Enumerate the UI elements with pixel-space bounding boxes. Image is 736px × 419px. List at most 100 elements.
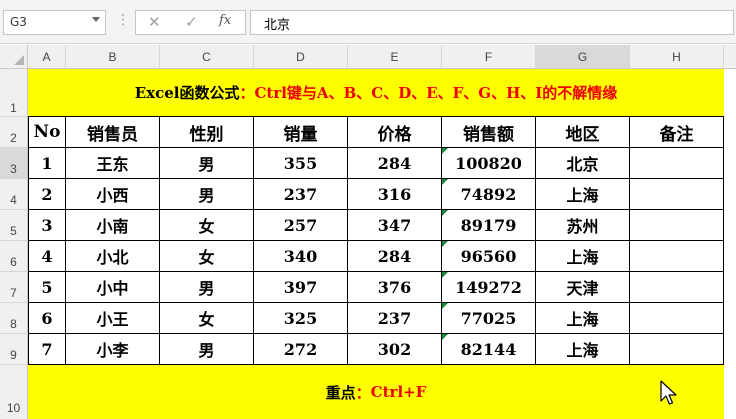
table-cell-seller[interactable]: 小北 [66, 241, 160, 272]
table-cell-sales[interactable]: 89179 [442, 210, 536, 241]
column-header-d[interactable]: D [254, 45, 348, 69]
row-header-1[interactable]: 1 [0, 69, 28, 117]
table-cell-volume[interactable]: 325 [254, 303, 348, 334]
function-icon[interactable]: fx [219, 13, 231, 28]
table-cell-volume[interactable]: 397 [254, 272, 348, 303]
table-cell-gender[interactable]: 女 [160, 210, 254, 241]
table-cell-volume[interactable]: 257 [254, 210, 348, 241]
formula-input[interactable]: 北京 [250, 10, 734, 35]
table-cell-remark[interactable] [630, 210, 724, 241]
table-cell-no[interactable]: 3 [28, 210, 66, 241]
row-header-3[interactable]: 3 [0, 148, 28, 179]
error-indicator-icon [442, 303, 448, 309]
column-header-a[interactable]: A [28, 45, 66, 69]
title-cell[interactable]: Excel函数公式： Ctrl键与A、B、C、D、E、F、G、H、I的不解情缘 [28, 69, 724, 117]
table-cell-gender[interactable]: 男 [160, 272, 254, 303]
column-header-f[interactable]: F [442, 45, 536, 69]
table-cell-volume[interactable]: 340 [254, 241, 348, 272]
row-header-7[interactable]: 7 [0, 272, 28, 303]
table-cell-price[interactable]: 347 [348, 210, 442, 241]
table-cell-sales[interactable]: 149272 [442, 272, 536, 303]
table-cell-no[interactable]: 6 [28, 303, 66, 334]
check-icon[interactable]: ✓ [185, 13, 198, 31]
table-cell-seller[interactable]: 王东 [66, 148, 160, 179]
error-indicator-icon [442, 334, 448, 340]
column-header-c[interactable]: C [160, 45, 254, 69]
table-cell-no[interactable]: 7 [28, 334, 66, 365]
table-cell-price[interactable]: 284 [348, 241, 442, 272]
table-cell-seller[interactable]: 小南 [66, 210, 160, 241]
table-cell-sales[interactable]: 74892 [442, 179, 536, 210]
table-cell-seller[interactable]: 小李 [66, 334, 160, 365]
footer-cell[interactable]: 重点： Ctrl+F [28, 365, 724, 419]
chevron-down-icon[interactable] [92, 17, 100, 22]
table-cell-gender[interactable]: 女 [160, 303, 254, 334]
name-box[interactable]: G3 [3, 10, 106, 35]
error-indicator-icon [442, 241, 448, 247]
more-vertical-icon: ⋮ [116, 12, 130, 28]
table-cell-remark[interactable] [630, 148, 724, 179]
error-indicator-icon [442, 179, 448, 185]
table-cell-region[interactable]: 苏州 [536, 210, 630, 241]
table-cell-gender[interactable]: 男 [160, 334, 254, 365]
table-cell-no[interactable]: 4 [28, 241, 66, 272]
table-cell-sales[interactable]: 100820 [442, 148, 536, 179]
mouse-pointer-icon [660, 380, 677, 405]
header-cell-volume[interactable]: 销量 [254, 117, 348, 148]
table-cell-remark[interactable] [630, 179, 724, 210]
row-header-4[interactable]: 4 [0, 179, 28, 210]
row-header-5[interactable]: 5 [0, 210, 28, 241]
table-cell-region[interactable]: 北京 [536, 148, 630, 179]
column-header-e[interactable]: E [348, 45, 442, 69]
table-cell-price[interactable]: 237 [348, 303, 442, 334]
close-icon[interactable]: ✕ [148, 13, 161, 31]
table-cell-sales[interactable]: 77025 [442, 303, 536, 334]
table-cell-seller[interactable]: 小王 [66, 303, 160, 334]
column-header-h[interactable]: H [630, 45, 724, 69]
table-cell-gender[interactable]: 男 [160, 148, 254, 179]
table-cell-volume[interactable]: 272 [254, 334, 348, 365]
row-header-9[interactable]: 9 [0, 334, 28, 365]
table-cell-gender[interactable]: 女 [160, 241, 254, 272]
table-cell-volume[interactable]: 355 [254, 148, 348, 179]
table-cell-no[interactable]: 2 [28, 179, 66, 210]
header-cell-gender[interactable]: 性别 [160, 117, 254, 148]
table-cell-price[interactable]: 302 [348, 334, 442, 365]
table-cell-region[interactable]: 上海 [536, 334, 630, 365]
header-cell-seller[interactable]: 销售员 [66, 117, 160, 148]
table-cell-remark[interactable] [630, 303, 724, 334]
select-all-icon[interactable] [14, 55, 24, 65]
table-cell-no[interactable]: 5 [28, 272, 66, 303]
header-cell-price[interactable]: 价格 [348, 117, 442, 148]
header-cell-region[interactable]: 地区 [536, 117, 630, 148]
table-cell-volume[interactable]: 237 [254, 179, 348, 210]
header-cell-no[interactable]: No [28, 117, 66, 148]
header-cell-sales[interactable]: 销售额 [442, 117, 536, 148]
table-cell-region[interactable]: 上海 [536, 179, 630, 210]
table-cell-sales[interactable]: 96560 [442, 241, 536, 272]
title-highlight: Ctrl键与A、B、C、D、E、F、G、H、I的不解情缘 [254, 84, 618, 102]
table-cell-remark[interactable] [630, 272, 724, 303]
table-cell-price[interactable]: 376 [348, 272, 442, 303]
header-cell-remark[interactable]: 备注 [630, 117, 724, 148]
table-cell-price[interactable]: 316 [348, 179, 442, 210]
table-cell-region[interactable]: 天津 [536, 272, 630, 303]
footer-separator: ： [355, 383, 371, 402]
table-cell-region[interactable]: 上海 [536, 303, 630, 334]
column-header-b[interactable]: B [66, 45, 160, 69]
table-cell-seller[interactable]: 小西 [66, 179, 160, 210]
column-header-i[interactable] [724, 45, 736, 69]
table-cell-price[interactable]: 284 [348, 148, 442, 179]
table-cell-no[interactable]: 1 [28, 148, 66, 179]
table-cell-remark[interactable] [630, 334, 724, 365]
row-header-10[interactable]: 10 [0, 365, 28, 419]
table-cell-region[interactable]: 上海 [536, 241, 630, 272]
row-header-2[interactable]: 2 [0, 117, 28, 148]
table-cell-remark[interactable] [630, 241, 724, 272]
table-cell-gender[interactable]: 男 [160, 179, 254, 210]
table-cell-seller[interactable]: 小中 [66, 272, 160, 303]
table-cell-sales[interactable]: 82144 [442, 334, 536, 365]
row-header-8[interactable]: 8 [0, 303, 28, 334]
column-header-g[interactable]: G [536, 45, 630, 69]
row-header-6[interactable]: 6 [0, 241, 28, 272]
